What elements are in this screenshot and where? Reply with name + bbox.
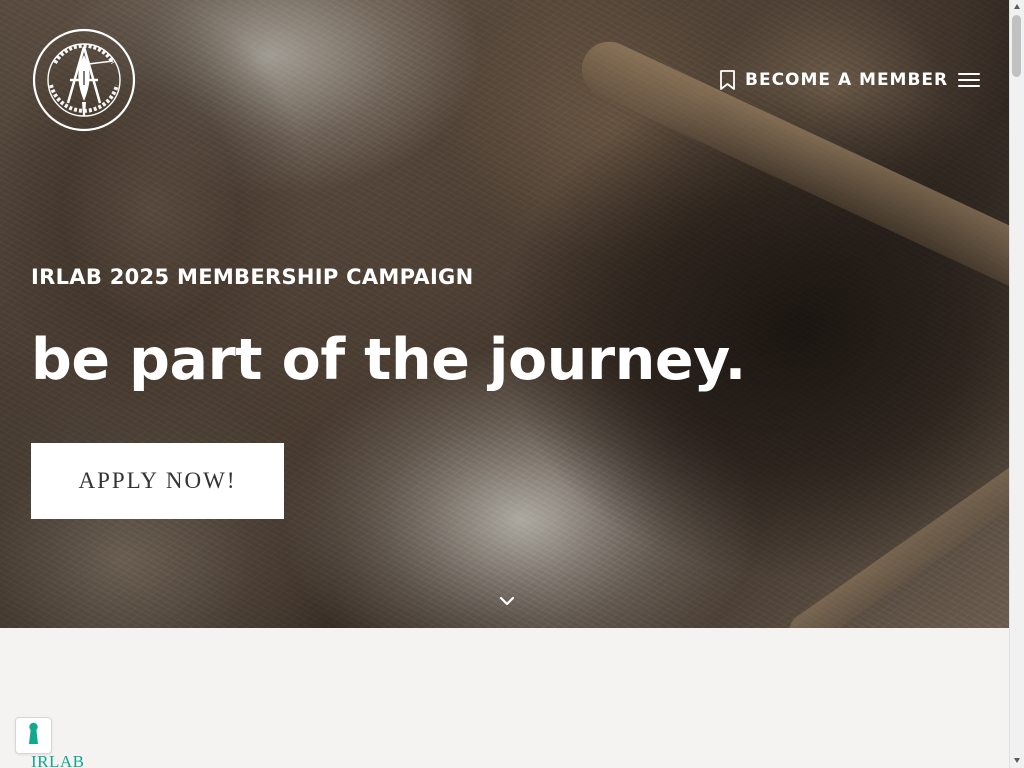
privacy-settings-button[interactable] (15, 717, 52, 754)
bookmark-icon (719, 70, 736, 90)
menu-line (958, 85, 980, 87)
vertical-scrollbar[interactable] (1009, 0, 1024, 768)
become-member-link[interactable]: BECOME A MEMBER (719, 67, 948, 93)
hero-headline: be part of the journey. (31, 327, 746, 393)
scroll-down-icon[interactable] (1014, 758, 1020, 763)
hero-image-detail (782, 419, 1009, 628)
campaign-eyebrow: IRLAB 2025 MEMBERSHIP CAMPAIGN (31, 265, 474, 289)
scrollbar-thumb[interactable] (1012, 15, 1021, 77)
become-member-label: BECOME A MEMBER (745, 70, 949, 90)
irlab-logo-icon[interactable] (31, 27, 137, 133)
menu-line (958, 73, 980, 75)
content-area (0, 628, 1009, 768)
page: BECOME A MEMBER IRLAB 2025 MEMBERSHIP CA… (0, 0, 1024, 768)
keyhole-icon (27, 722, 40, 750)
scroll-up-icon[interactable] (1014, 4, 1020, 9)
apply-now-button[interactable]: APPLY NOW! (31, 443, 284, 519)
menu-line (958, 79, 980, 81)
chevron-down-icon[interactable] (498, 592, 516, 606)
hero-section: BECOME A MEMBER IRLAB 2025 MEMBERSHIP CA… (0, 0, 1009, 628)
section-label: IRLAB (31, 752, 85, 768)
hamburger-menu-icon[interactable] (958, 71, 980, 87)
